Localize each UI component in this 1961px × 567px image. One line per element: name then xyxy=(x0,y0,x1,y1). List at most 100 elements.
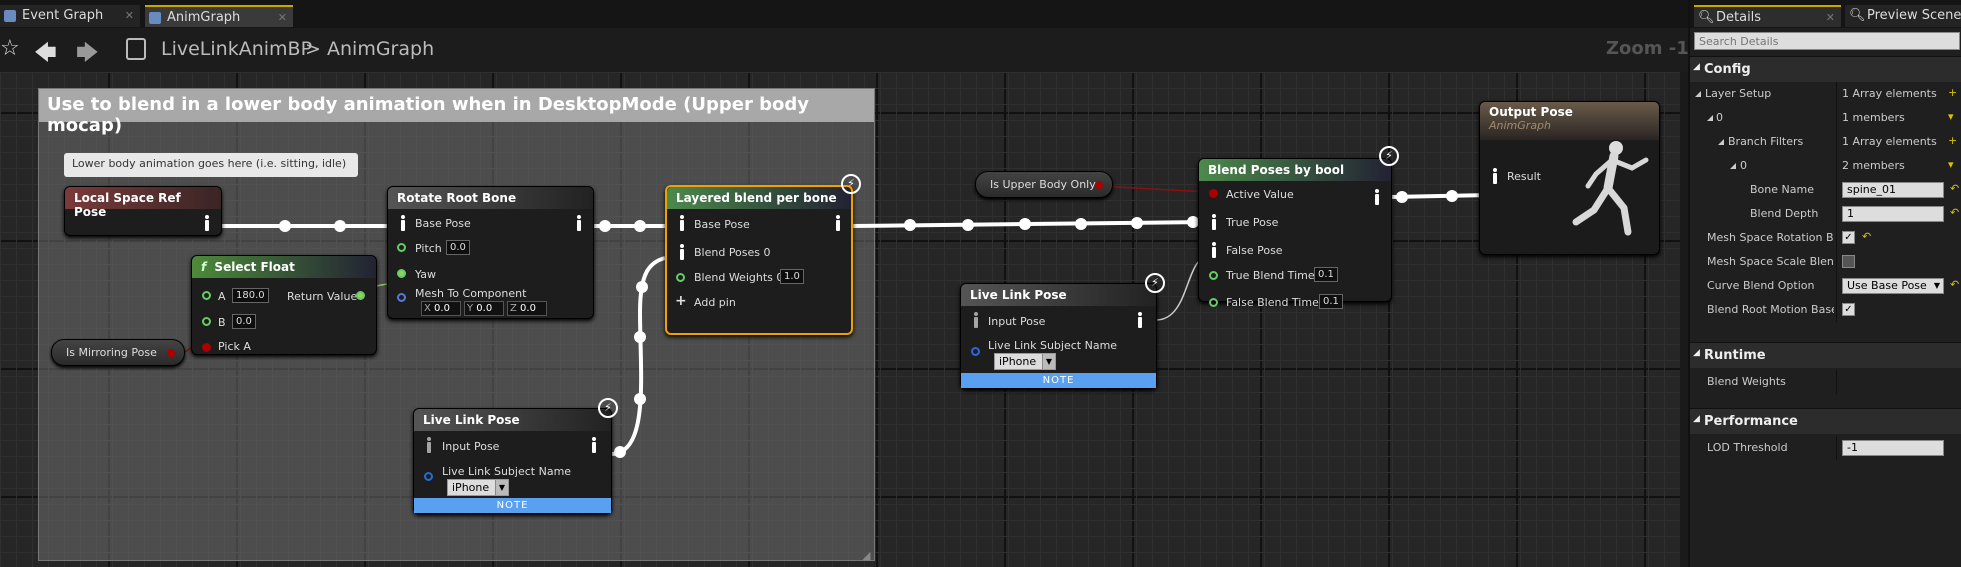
is-upper-body-only-node[interactable]: Is Upper Body Only xyxy=(975,171,1113,198)
subject-name-dropdown[interactable]: iPhone ▼ xyxy=(447,479,509,496)
pose-input-pin-icon[interactable] xyxy=(1209,242,1218,258)
active-value-pin[interactable] xyxy=(1209,189,1218,198)
star-icon[interactable]: ☆ xyxy=(0,36,20,61)
blend-weights-input[interactable]: 1.0 xyxy=(780,269,804,284)
live-link-pose-node-2[interactable]: Live Link Pose Input Pose Live Link Subj… xyxy=(960,283,1157,389)
select-float-node[interactable]: f Select Float A 180.0 Return Value B 0.… xyxy=(191,255,377,355)
return-value-pin[interactable] xyxy=(356,291,365,300)
tab-preview-scene[interactable]: 🔍︎ Preview Scene Se xyxy=(1845,5,1961,27)
pitch-pin[interactable] xyxy=(397,243,406,252)
rotate-root-bone-node[interactable]: Rotate Root Bone Base Pose Pitch 0.0 Yaw… xyxy=(387,186,594,319)
row-blend-weights[interactable]: Blend Weights xyxy=(1690,370,1961,394)
tab-event-graph[interactable]: Event Graph ✕ xyxy=(0,5,140,27)
blend-depth-input[interactable]: 1 xyxy=(1842,206,1944,222)
category-runtime[interactable]: ◢ Runtime xyxy=(1690,342,1961,368)
subject-name-pin[interactable] xyxy=(424,472,433,481)
add-pin-button[interactable]: Add pin xyxy=(694,296,736,309)
graph-canvas[interactable]: Use to blend in a lower body animation w… xyxy=(0,72,1680,567)
b-pin[interactable] xyxy=(202,317,211,326)
row-lod-threshold[interactable]: LOD Threshold -1 xyxy=(1690,436,1961,460)
mesh-rotation-checkbox[interactable]: ✓ xyxy=(1842,231,1855,244)
root-motion-checkbox[interactable]: ✓ xyxy=(1842,303,1855,316)
layered-blend-per-bone-node[interactable]: Layered blend per bone Base Pose Blend P… xyxy=(665,185,853,335)
pose-input-pin-icon[interactable] xyxy=(677,215,686,231)
element-menu-icon[interactable]: ▾ xyxy=(1948,110,1954,123)
z-input[interactable]: Z 0.0 xyxy=(507,301,547,316)
category-performance[interactable]: ◢ Performance xyxy=(1690,408,1961,434)
pose-input-pin-icon[interactable] xyxy=(677,244,686,260)
breadcrumb-blueprint[interactable]: LiveLinkAnimBP xyxy=(161,38,312,60)
close-icon[interactable]: ✕ xyxy=(278,7,287,29)
a-pin[interactable] xyxy=(202,291,211,300)
add-element-icon[interactable]: + xyxy=(1948,134,1957,147)
pick-a-pin[interactable] xyxy=(202,343,211,352)
reset-icon[interactable]: ↶ xyxy=(1950,182,1959,195)
a-input[interactable]: 180.0 xyxy=(232,288,269,303)
live-link-pose-node[interactable]: Live Link Pose Input Pose Live Link Subj… xyxy=(413,408,612,514)
add-element-icon[interactable]: + xyxy=(1948,86,1957,99)
row-mesh-space-rotation[interactable]: Mesh Space Rotation Blend ✓ ↶ xyxy=(1690,226,1961,250)
expand-arrow-icon[interactable]: ◢ xyxy=(1730,161,1736,170)
pose-output-pin-icon[interactable] xyxy=(589,437,598,453)
reset-icon[interactable]: ↶ xyxy=(1950,278,1959,291)
close-icon[interactable]: ✕ xyxy=(125,5,134,27)
pose-input-pin-icon[interactable] xyxy=(1209,214,1218,230)
pose-output-pin-icon[interactable] xyxy=(574,215,583,231)
row-index-0[interactable]: ◢ 0 1 members ▾ xyxy=(1690,106,1961,130)
tab-details[interactable]: 🔍︎ Details ✕ xyxy=(1694,5,1841,27)
row-blend-depth[interactable]: Blend Depth 1 ↶ xyxy=(1690,202,1961,226)
true-blend-time-input[interactable]: 0.1 xyxy=(1314,267,1338,282)
subject-name-pin[interactable] xyxy=(971,347,980,356)
expand-arrow-icon[interactable]: ◢ xyxy=(1695,89,1701,98)
lod-threshold-input[interactable]: -1 xyxy=(1842,440,1944,456)
tab-anim-graph[interactable]: AnimGraph ✕ xyxy=(145,5,293,27)
blend-weights-pin[interactable] xyxy=(676,273,685,282)
bone-name-input[interactable]: spine_01 xyxy=(1842,182,1944,198)
blend-poses-by-bool-node[interactable]: Blend Poses by bool Active Value True Po… xyxy=(1198,158,1392,309)
add-pin-icon[interactable]: + xyxy=(675,293,687,309)
pitch-input[interactable]: 0.0 xyxy=(446,240,470,255)
bool-output-pin[interactable] xyxy=(167,349,175,357)
mesh-scale-checkbox[interactable] xyxy=(1842,255,1855,268)
row-layer-setup[interactable]: ◢ Layer Setup 1 Array elements + xyxy=(1690,82,1961,106)
row-branch-filters[interactable]: ◢ Branch Filters 1 Array elements + xyxy=(1690,130,1961,154)
forward-arrow-icon[interactable]: 🡆 xyxy=(76,36,99,74)
b-input[interactable]: 0.0 xyxy=(232,314,256,329)
pose-input-pin-icon[interactable] xyxy=(971,312,980,328)
false-blend-time-input[interactable]: 0.1 xyxy=(1319,294,1343,309)
row-bone-name[interactable]: Bone Name spine_01 ↶ xyxy=(1690,178,1961,202)
close-icon[interactable]: ✕ xyxy=(1826,7,1835,29)
reset-icon[interactable]: ↶ xyxy=(1862,230,1871,243)
subject-name-dropdown[interactable]: iPhone ▼ xyxy=(994,353,1056,370)
pose-input-pin-icon[interactable] xyxy=(424,437,433,453)
pose-output-pin-icon[interactable] xyxy=(1135,312,1144,328)
pose-output-pin-icon[interactable] xyxy=(833,215,842,231)
true-blend-time-pin[interactable] xyxy=(1209,271,1218,280)
reset-icon[interactable]: ↶ xyxy=(1950,206,1959,219)
pose-input-pin-icon[interactable] xyxy=(398,215,407,231)
breadcrumb-graph[interactable]: AnimGraph xyxy=(327,38,434,60)
expand-arrow-icon[interactable]: ◢ xyxy=(1707,113,1713,122)
comment-resize-grip-icon[interactable]: ◢ xyxy=(862,549,870,562)
local-space-ref-pose-node[interactable]: Local Space Ref Pose xyxy=(64,186,222,236)
element-menu-icon[interactable]: ▾ xyxy=(1948,158,1954,171)
output-pose-node[interactable]: Output Pose AnimGraph Result xyxy=(1479,101,1660,255)
category-config[interactable]: ◢ Config xyxy=(1690,56,1961,82)
mesh-to-component-pin[interactable] xyxy=(397,293,406,302)
x-input[interactable]: X 0.0 xyxy=(421,301,461,316)
pose-input-pin-icon[interactable] xyxy=(1490,168,1499,184)
pose-output-pin-icon[interactable] xyxy=(1372,189,1381,205)
row-blend-root-motion[interactable]: Blend Root Motion Based on ✓ xyxy=(1690,298,1961,322)
row-filter-0[interactable]: ◢ 0 2 members ▾ xyxy=(1690,154,1961,178)
curve-blend-dropdown[interactable]: Use Base Pose ▼ xyxy=(1842,278,1944,294)
row-curve-blend-option[interactable]: Curve Blend Option Use Base Pose ▼ ↶ xyxy=(1690,274,1961,298)
false-blend-time-pin[interactable] xyxy=(1209,298,1218,307)
expand-arrow-icon[interactable]: ◢ xyxy=(1718,137,1724,146)
back-arrow-icon[interactable]: 🡄 xyxy=(34,36,57,74)
yaw-pin[interactable] xyxy=(397,269,406,278)
y-input[interactable]: Y 0.0 xyxy=(464,301,504,316)
bool-output-pin[interactable] xyxy=(1095,181,1103,189)
row-mesh-space-scale[interactable]: Mesh Space Scale Blend xyxy=(1690,250,1961,274)
search-details-input[interactable] xyxy=(1694,32,1960,50)
is-mirroring-pose-node[interactable]: Is Mirroring Pose xyxy=(51,339,185,366)
